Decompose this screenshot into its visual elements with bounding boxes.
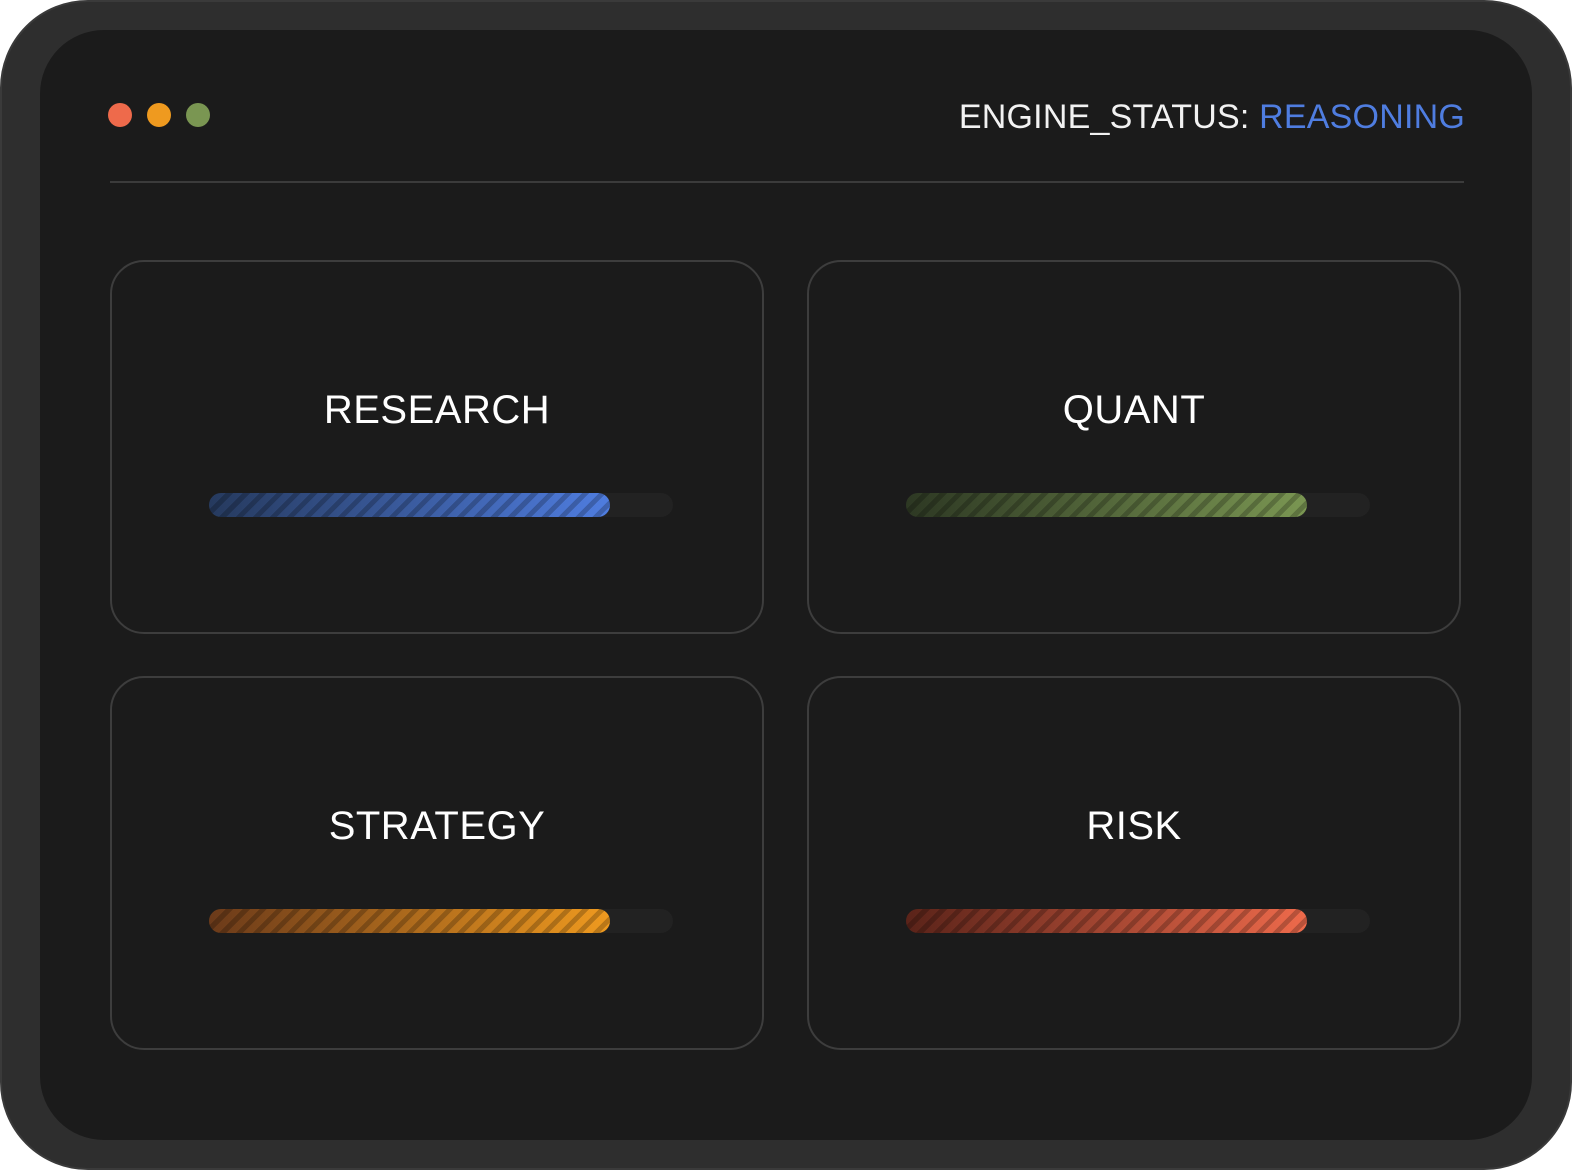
engine-status-label: ENGINE_STATUS:	[958, 98, 1250, 136]
card-quant: QUANT	[807, 260, 1461, 634]
card-research: RESEARCH	[110, 260, 764, 634]
header-divider	[110, 181, 1464, 183]
card-title: RESEARCH	[323, 388, 551, 432]
minimize-dot-icon[interactable]	[147, 103, 171, 127]
progress-track	[906, 493, 1370, 517]
card-title: STRATEGY	[328, 804, 546, 848]
maximize-dot-icon[interactable]	[186, 103, 210, 127]
progress-fill	[209, 909, 611, 933]
close-dot-icon[interactable]	[108, 103, 132, 127]
device-frame: ENGINE_STATUS: REASONING RESEARCH QUANT …	[0, 0, 1572, 1170]
app-screen: ENGINE_STATUS: REASONING RESEARCH QUANT …	[40, 30, 1532, 1140]
card-title: RISK	[1086, 804, 1182, 848]
window-controls	[108, 103, 210, 127]
progress-track	[209, 909, 673, 933]
card-risk: RISK	[807, 676, 1461, 1050]
engine-status: ENGINE_STATUS: REASONING	[959, 98, 1465, 137]
progress-track	[906, 909, 1370, 933]
progress-fill	[906, 493, 1308, 517]
progress-fill	[209, 493, 611, 517]
card-strategy: STRATEGY	[110, 676, 764, 1050]
engine-status-value: REASONING	[1259, 98, 1465, 136]
progress-fill	[906, 909, 1308, 933]
progress-track	[209, 493, 673, 517]
card-title: QUANT	[1062, 388, 1206, 432]
